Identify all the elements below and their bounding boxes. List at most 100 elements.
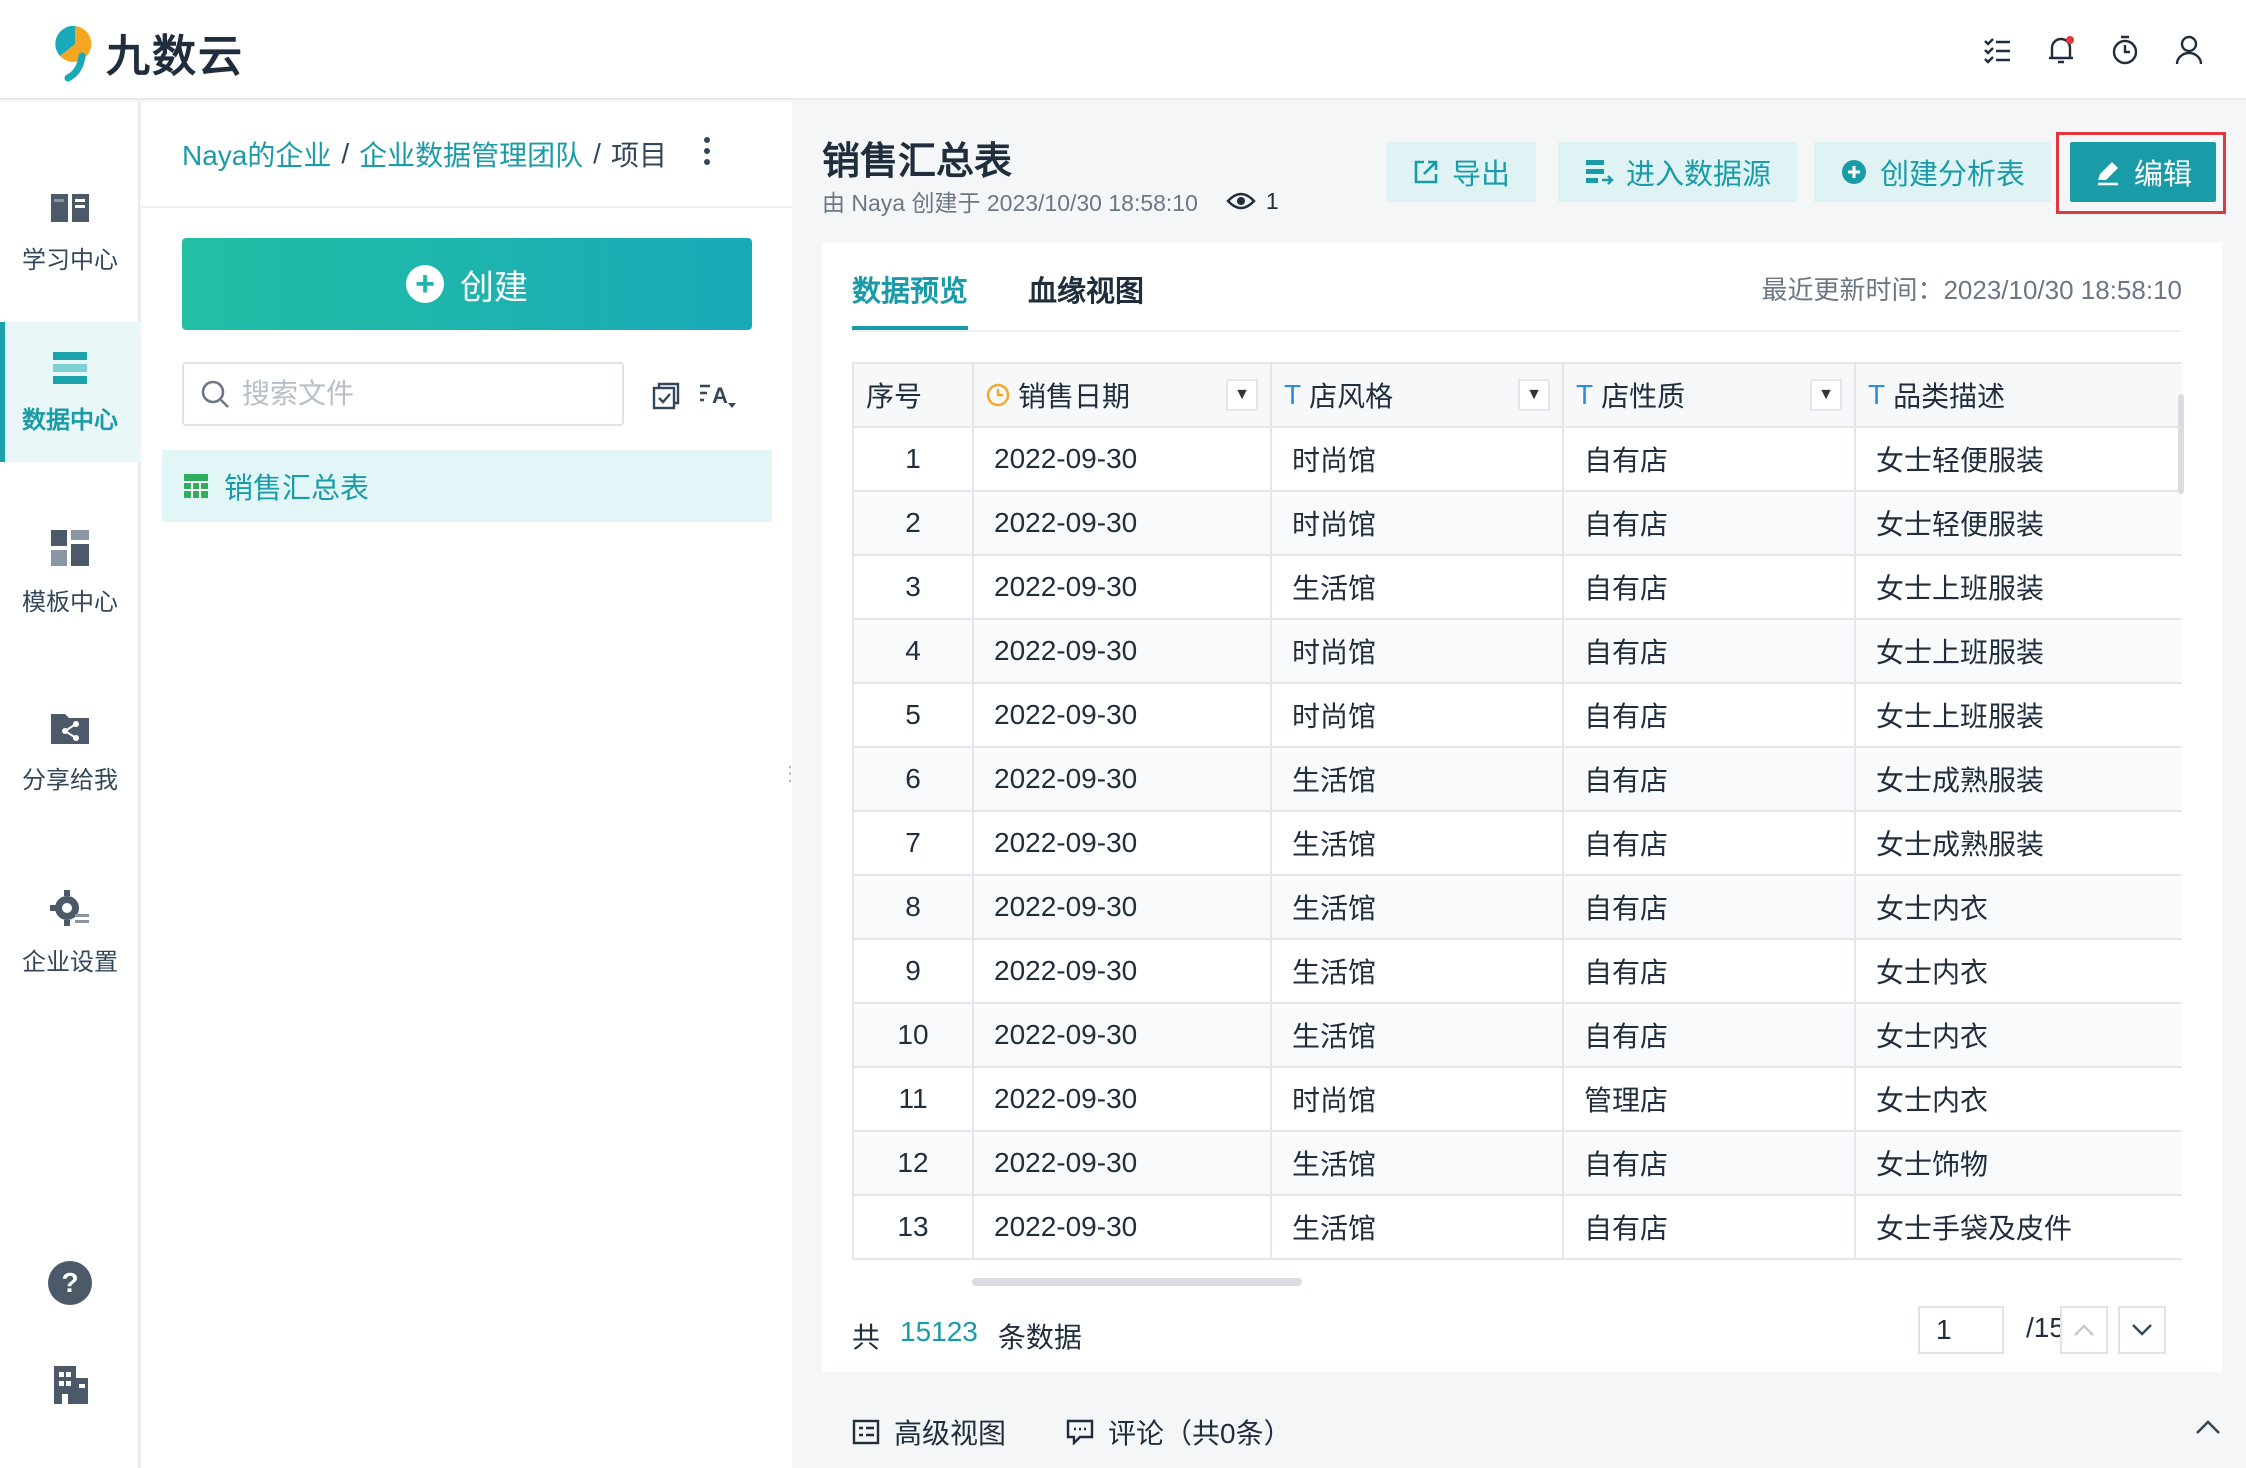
table-cell[interactable]: 13 xyxy=(852,1194,974,1260)
bell-icon[interactable] xyxy=(2044,30,2078,70)
table-cell[interactable]: 自有店 xyxy=(1562,618,1856,684)
nav-item-data-center[interactable]: 数据中心 xyxy=(0,322,140,462)
column-dropdown-icon[interactable]: ▼ xyxy=(1518,379,1550,411)
table-cell[interactable]: 女士上班服装 xyxy=(1854,618,2182,684)
table-cell[interactable]: 女士成熟服装 xyxy=(1854,746,2182,812)
table-cell[interactable]: 时尚馆 xyxy=(1270,1066,1564,1132)
user-icon[interactable] xyxy=(2172,30,2206,70)
table-cell[interactable]: 自有店 xyxy=(1562,938,1856,1004)
tab-data-preview[interactable]: 数据预览 xyxy=(852,242,969,330)
table-cell[interactable]: 2022-09-30 xyxy=(972,874,1272,940)
panel-resize-handle[interactable]: ⋮ xyxy=(780,764,800,784)
table-cell[interactable]: 2022-09-30 xyxy=(972,554,1272,620)
table-cell[interactable]: 自有店 xyxy=(1562,1002,1856,1068)
table-cell[interactable]: 管理店 xyxy=(1562,1066,1856,1132)
nav-item-template-center[interactable]: 模板中心 xyxy=(0,502,140,642)
more-options-icon[interactable] xyxy=(702,136,712,174)
file-item-sales-summary[interactable]: 销售汇总表 xyxy=(162,450,772,522)
tab-lineage-view[interactable]: 血缘视图 xyxy=(1028,242,1144,330)
table-cell[interactable]: 自有店 xyxy=(1562,682,1856,748)
table-cell[interactable]: 自有店 xyxy=(1562,426,1856,492)
table-cell[interactable]: 7 xyxy=(852,810,974,876)
nav-item-enterprise-settings[interactable]: 企业设置 xyxy=(0,862,140,1002)
table-cell[interactable]: 11 xyxy=(852,1066,974,1132)
help-button[interactable]: ? xyxy=(0,1260,140,1306)
table-cell[interactable]: 4 xyxy=(852,618,974,684)
table-cell[interactable]: 9 xyxy=(852,938,974,1004)
table-cell[interactable]: 2022-09-30 xyxy=(972,1066,1272,1132)
table-cell[interactable]: 自有店 xyxy=(1562,1130,1856,1196)
table-cell[interactable]: 女士成熟服装 xyxy=(1854,810,2182,876)
next-page-button[interactable] xyxy=(2118,1306,2166,1354)
edit-button[interactable]: 编辑 xyxy=(2070,142,2216,202)
table-cell[interactable]: 女士饰物 xyxy=(1854,1130,2182,1196)
timer-icon[interactable] xyxy=(2108,30,2142,70)
table-cell[interactable]: 2022-09-30 xyxy=(972,426,1272,492)
table-cell[interactable]: 女士上班服装 xyxy=(1854,682,2182,748)
table-cell[interactable]: 自有店 xyxy=(1562,810,1856,876)
nav-item-shared-with-me[interactable]: 分享给我 xyxy=(0,682,140,822)
table-cell[interactable]: 时尚馆 xyxy=(1270,618,1564,684)
vertical-scrollbar[interactable] xyxy=(2178,394,2184,494)
horizontal-scrollbar[interactable] xyxy=(972,1278,1302,1286)
table-cell[interactable]: 女士内衣 xyxy=(1854,1002,2182,1068)
column-dropdown-icon[interactable]: ▼ xyxy=(1810,379,1842,411)
table-cell[interactable]: 生活馆 xyxy=(1270,938,1564,1004)
column-dropdown-icon[interactable]: ▼ xyxy=(1226,379,1258,411)
table-cell[interactable]: 10 xyxy=(852,1002,974,1068)
table-cell[interactable]: 2022-09-30 xyxy=(972,1002,1272,1068)
table-cell[interactable]: 自有店 xyxy=(1562,746,1856,812)
collapse-icon[interactable] xyxy=(2194,1418,2222,1441)
table-cell[interactable]: 女士内衣 xyxy=(1854,1066,2182,1132)
table-cell[interactable]: 时尚馆 xyxy=(1270,682,1564,748)
breadcrumb-org[interactable]: Naya的企业 xyxy=(182,134,331,174)
breadcrumb-team[interactable]: 企业数据管理团队 xyxy=(359,134,583,174)
table-cell[interactable]: 2022-09-30 xyxy=(972,938,1272,1004)
create-analysis-button[interactable]: 创建分析表 xyxy=(1814,142,2052,202)
comments-button[interactable]: 评论（共0条） xyxy=(1066,1412,1292,1452)
enterprise-button[interactable] xyxy=(0,1364,140,1406)
table-cell[interactable]: 6 xyxy=(852,746,974,812)
table-cell[interactable]: 自有店 xyxy=(1562,874,1856,940)
table-cell[interactable]: 2022-09-30 xyxy=(972,618,1272,684)
table-cell[interactable]: 2 xyxy=(852,490,974,556)
table-cell[interactable]: 生活馆 xyxy=(1270,746,1564,812)
table-cell[interactable]: 生活馆 xyxy=(1270,1194,1564,1260)
prev-page-button[interactable] xyxy=(2060,1306,2108,1354)
col-header-category[interactable]: T 品类描述 ▼ xyxy=(1854,362,2182,428)
table-cell[interactable]: 1 xyxy=(852,426,974,492)
table-cell[interactable]: 5 xyxy=(852,682,974,748)
table-cell[interactable]: 2022-09-30 xyxy=(972,746,1272,812)
search-input[interactable] xyxy=(242,378,602,410)
table-cell[interactable]: 生活馆 xyxy=(1270,1130,1564,1196)
export-button[interactable]: 导出 xyxy=(1386,142,1537,202)
table-cell[interactable]: 12 xyxy=(852,1130,974,1196)
logo[interactable]: 九数云 xyxy=(52,20,244,84)
table-cell[interactable]: 生活馆 xyxy=(1270,874,1564,940)
table-cell[interactable]: 时尚馆 xyxy=(1270,490,1564,556)
table-cell[interactable]: 2022-09-30 xyxy=(972,1194,1272,1260)
nav-item-learning-center[interactable]: 学习中心 xyxy=(0,162,140,302)
table-cell[interactable]: 自有店 xyxy=(1562,490,1856,556)
create-button[interactable]: + 创建 xyxy=(182,238,752,330)
sort-icon[interactable]: A xyxy=(698,376,738,416)
table-cell[interactable]: 女士轻便服装 xyxy=(1854,426,2182,492)
table-cell[interactable]: 生活馆 xyxy=(1270,1002,1564,1068)
advanced-view-button[interactable]: 高级视图 xyxy=(852,1412,1006,1452)
table-cell[interactable]: 女士手袋及皮件 xyxy=(1854,1194,2182,1260)
table-cell[interactable]: 自有店 xyxy=(1562,1194,1856,1260)
table-cell[interactable]: 生活馆 xyxy=(1270,554,1564,620)
batch-select-icon[interactable] xyxy=(646,376,686,416)
table-cell[interactable]: 女士内衣 xyxy=(1854,874,2182,940)
table-cell[interactable]: 女士轻便服装 xyxy=(1854,490,2182,556)
table-cell[interactable]: 2022-09-30 xyxy=(972,682,1272,748)
page-number-input[interactable] xyxy=(1918,1306,2004,1354)
task-list-icon[interactable] xyxy=(1980,30,2014,70)
table-cell[interactable]: 3 xyxy=(852,554,974,620)
table-cell[interactable]: 2022-09-30 xyxy=(972,490,1272,556)
col-header-store-type[interactable]: T 店性质 ▼ xyxy=(1562,362,1856,428)
table-cell[interactable]: 时尚馆 xyxy=(1270,426,1564,492)
enter-datasource-button[interactable]: 进入数据源 xyxy=(1558,142,1798,202)
col-header-store-style[interactable]: T 店风格 ▼ xyxy=(1270,362,1564,428)
table-cell[interactable]: 女士上班服装 xyxy=(1854,554,2182,620)
